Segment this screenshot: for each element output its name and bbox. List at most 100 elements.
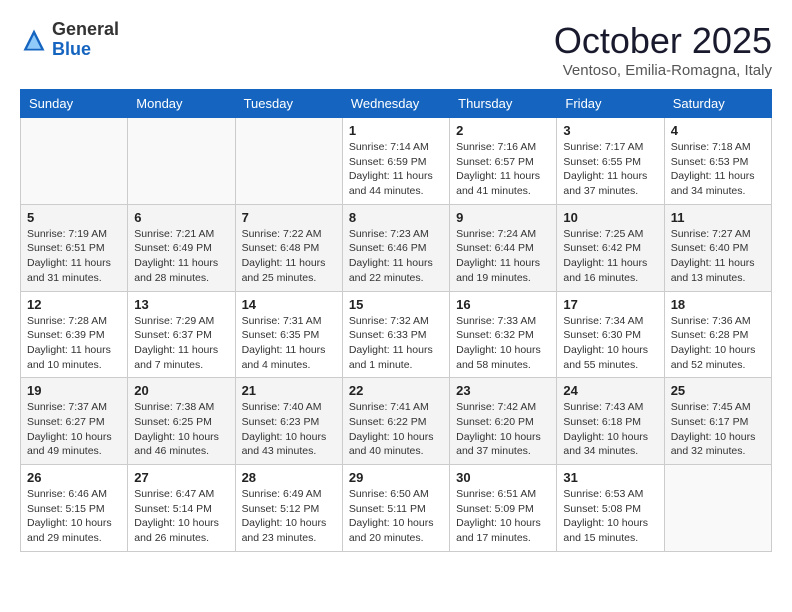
calendar-cell: 29 Sunrise: 6:50 AM Sunset: 5:11 PM Dayli… <box>342 465 449 552</box>
calendar-cell: 5 Sunrise: 7:19 AM Sunset: 6:51 PM Daylig… <box>21 204 128 291</box>
day-info: Sunrise: 7:14 AM Sunset: 6:59 PM Dayligh… <box>349 140 443 199</box>
day-info: Sunrise: 7:24 AM Sunset: 6:44 PM Dayligh… <box>456 227 550 286</box>
calendar-header: SundayMondayTuesdayWednesdayThursdayFrid… <box>21 90 772 118</box>
calendar-cell: 15 Sunrise: 7:32 AM Sunset: 6:33 PM Dayli… <box>342 291 449 378</box>
weekday-header-thursday: Thursday <box>450 90 557 118</box>
day-number: 17 <box>563 297 657 312</box>
day-info: Sunrise: 7:42 AM Sunset: 6:20 PM Dayligh… <box>456 400 550 459</box>
calendar-cell: 2 Sunrise: 7:16 AM Sunset: 6:57 PM Daylig… <box>450 118 557 205</box>
day-number: 1 <box>349 123 443 138</box>
day-info: Sunrise: 7:32 AM Sunset: 6:33 PM Dayligh… <box>349 314 443 373</box>
day-number: 26 <box>27 470 121 485</box>
page-header: General Blue October 2025 Ventoso, Emili… <box>20 20 772 79</box>
day-number: 27 <box>134 470 228 485</box>
calendar-week-5: 26 Sunrise: 6:46 AM Sunset: 5:15 PM Dayli… <box>21 465 772 552</box>
calendar-cell: 25 Sunrise: 7:45 AM Sunset: 6:17 PM Dayli… <box>664 378 771 465</box>
day-number: 24 <box>563 383 657 398</box>
day-number: 11 <box>671 210 765 225</box>
day-info: Sunrise: 7:22 AM Sunset: 6:48 PM Dayligh… <box>242 227 336 286</box>
day-info: Sunrise: 7:28 AM Sunset: 6:39 PM Dayligh… <box>27 314 121 373</box>
day-info: Sunrise: 7:17 AM Sunset: 6:55 PM Dayligh… <box>563 140 657 199</box>
calendar-cell: 1 Sunrise: 7:14 AM Sunset: 6:59 PM Daylig… <box>342 118 449 205</box>
day-number: 15 <box>349 297 443 312</box>
day-info: Sunrise: 6:49 AM Sunset: 5:12 PM Dayligh… <box>242 487 336 546</box>
day-number: 7 <box>242 210 336 225</box>
day-info: Sunrise: 7:40 AM Sunset: 6:23 PM Dayligh… <box>242 400 336 459</box>
calendar-cell: 19 Sunrise: 7:37 AM Sunset: 6:27 PM Dayli… <box>21 378 128 465</box>
day-info: Sunrise: 7:43 AM Sunset: 6:18 PM Dayligh… <box>563 400 657 459</box>
calendar-cell: 4 Sunrise: 7:18 AM Sunset: 6:53 PM Daylig… <box>664 118 771 205</box>
day-number: 12 <box>27 297 121 312</box>
logo-icon <box>20 26 48 54</box>
day-info: Sunrise: 6:46 AM Sunset: 5:15 PM Dayligh… <box>27 487 121 546</box>
day-info: Sunrise: 7:25 AM Sunset: 6:42 PM Dayligh… <box>563 227 657 286</box>
day-info: Sunrise: 7:45 AM Sunset: 6:17 PM Dayligh… <box>671 400 765 459</box>
month-title: October 2025 <box>554 20 772 62</box>
day-number: 29 <box>349 470 443 485</box>
day-info: Sunrise: 7:19 AM Sunset: 6:51 PM Dayligh… <box>27 227 121 286</box>
calendar-week-2: 5 Sunrise: 7:19 AM Sunset: 6:51 PM Daylig… <box>21 204 772 291</box>
logo-text: General Blue <box>52 20 119 60</box>
calendar-cell: 7 Sunrise: 7:22 AM Sunset: 6:48 PM Daylig… <box>235 204 342 291</box>
calendar-cell: 6Sunrise: 7:21 AM Sunset: 6:49 PM Daylig… <box>128 204 235 291</box>
weekday-header-monday: Monday <box>128 90 235 118</box>
day-info: Sunrise: 7:33 AM Sunset: 6:32 PM Dayligh… <box>456 314 550 373</box>
calendar-cell: 27Sunrise: 6:47 AM Sunset: 5:14 PM Dayli… <box>128 465 235 552</box>
calendar-cell: 30 Sunrise: 6:51 AM Sunset: 5:09 PM Dayli… <box>450 465 557 552</box>
day-info: Sunrise: 7:27 AM Sunset: 6:40 PM Dayligh… <box>671 227 765 286</box>
day-info: Sunrise: 6:53 AM Sunset: 5:08 PM Dayligh… <box>563 487 657 546</box>
day-info: Sunrise: 7:34 AM Sunset: 6:30 PM Dayligh… <box>563 314 657 373</box>
day-info: Sunrise: 6:50 AM Sunset: 5:11 PM Dayligh… <box>349 487 443 546</box>
day-number: 22 <box>349 383 443 398</box>
logo-general: General <box>52 19 119 39</box>
day-number: 13 <box>134 297 228 312</box>
calendar-cell <box>235 118 342 205</box>
day-number: 8 <box>349 210 443 225</box>
day-info: Sunrise: 7:29 AM Sunset: 6:37 PM Dayligh… <box>134 314 228 373</box>
day-info: Sunrise: 7:36 AM Sunset: 6:28 PM Dayligh… <box>671 314 765 373</box>
weekday-row: SundayMondayTuesdayWednesdayThursdayFrid… <box>21 90 772 118</box>
calendar-cell: 21 Sunrise: 7:40 AM Sunset: 6:23 PM Dayli… <box>235 378 342 465</box>
day-number: 25 <box>671 383 765 398</box>
day-info: Sunrise: 7:16 AM Sunset: 6:57 PM Dayligh… <box>456 140 550 199</box>
calendar-week-3: 12 Sunrise: 7:28 AM Sunset: 6:39 PM Dayli… <box>21 291 772 378</box>
calendar-cell: 26 Sunrise: 6:46 AM Sunset: 5:15 PM Dayli… <box>21 465 128 552</box>
calendar-cell: 23 Sunrise: 7:42 AM Sunset: 6:20 PM Dayli… <box>450 378 557 465</box>
day-number: 9 <box>456 210 550 225</box>
day-number: 23 <box>456 383 550 398</box>
day-info: Sunrise: 7:31 AM Sunset: 6:35 PM Dayligh… <box>242 314 336 373</box>
weekday-header-friday: Friday <box>557 90 664 118</box>
calendar-cell: 20Sunrise: 7:38 AM Sunset: 6:25 PM Dayli… <box>128 378 235 465</box>
day-number: 28 <box>242 470 336 485</box>
day-info: Sunrise: 7:23 AM Sunset: 6:46 PM Dayligh… <box>349 227 443 286</box>
calendar-cell: 18 Sunrise: 7:36 AM Sunset: 6:28 PM Dayli… <box>664 291 771 378</box>
day-number: 5 <box>27 210 121 225</box>
day-number: 30 <box>456 470 550 485</box>
calendar-cell: 3 Sunrise: 7:17 AM Sunset: 6:55 PM Daylig… <box>557 118 664 205</box>
title-block: October 2025 Ventoso, Emilia-Romagna, It… <box>554 20 772 79</box>
day-info: Sunrise: 6:51 AM Sunset: 5:09 PM Dayligh… <box>456 487 550 546</box>
day-number: 16 <box>456 297 550 312</box>
day-number: 2 <box>456 123 550 138</box>
calendar-week-1: 1 Sunrise: 7:14 AM Sunset: 6:59 PM Daylig… <box>21 118 772 205</box>
calendar-cell: 14 Sunrise: 7:31 AM Sunset: 6:35 PM Dayli… <box>235 291 342 378</box>
day-number: 20 <box>134 383 228 398</box>
day-info: Sunrise: 7:37 AM Sunset: 6:27 PM Dayligh… <box>27 400 121 459</box>
day-number: 4 <box>671 123 765 138</box>
day-number: 3 <box>563 123 657 138</box>
calendar-cell: 9 Sunrise: 7:24 AM Sunset: 6:44 PM Daylig… <box>450 204 557 291</box>
day-number: 14 <box>242 297 336 312</box>
day-info: Sunrise: 7:21 AM Sunset: 6:49 PM Dayligh… <box>134 227 228 286</box>
calendar-cell: 16 Sunrise: 7:33 AM Sunset: 6:32 PM Dayli… <box>450 291 557 378</box>
calendar-week-4: 19 Sunrise: 7:37 AM Sunset: 6:27 PM Dayli… <box>21 378 772 465</box>
day-info: Sunrise: 7:18 AM Sunset: 6:53 PM Dayligh… <box>671 140 765 199</box>
day-number: 19 <box>27 383 121 398</box>
logo-blue: Blue <box>52 39 91 59</box>
calendar-cell: 10Sunrise: 7:25 AM Sunset: 6:42 PM Dayli… <box>557 204 664 291</box>
calendar-cell: 13 Sunrise: 7:29 AM Sunset: 6:37 PM Dayli… <box>128 291 235 378</box>
day-number: 18 <box>671 297 765 312</box>
day-number: 21 <box>242 383 336 398</box>
weekday-header-saturday: Saturday <box>664 90 771 118</box>
calendar-cell <box>21 118 128 205</box>
logo: General Blue <box>20 20 119 60</box>
